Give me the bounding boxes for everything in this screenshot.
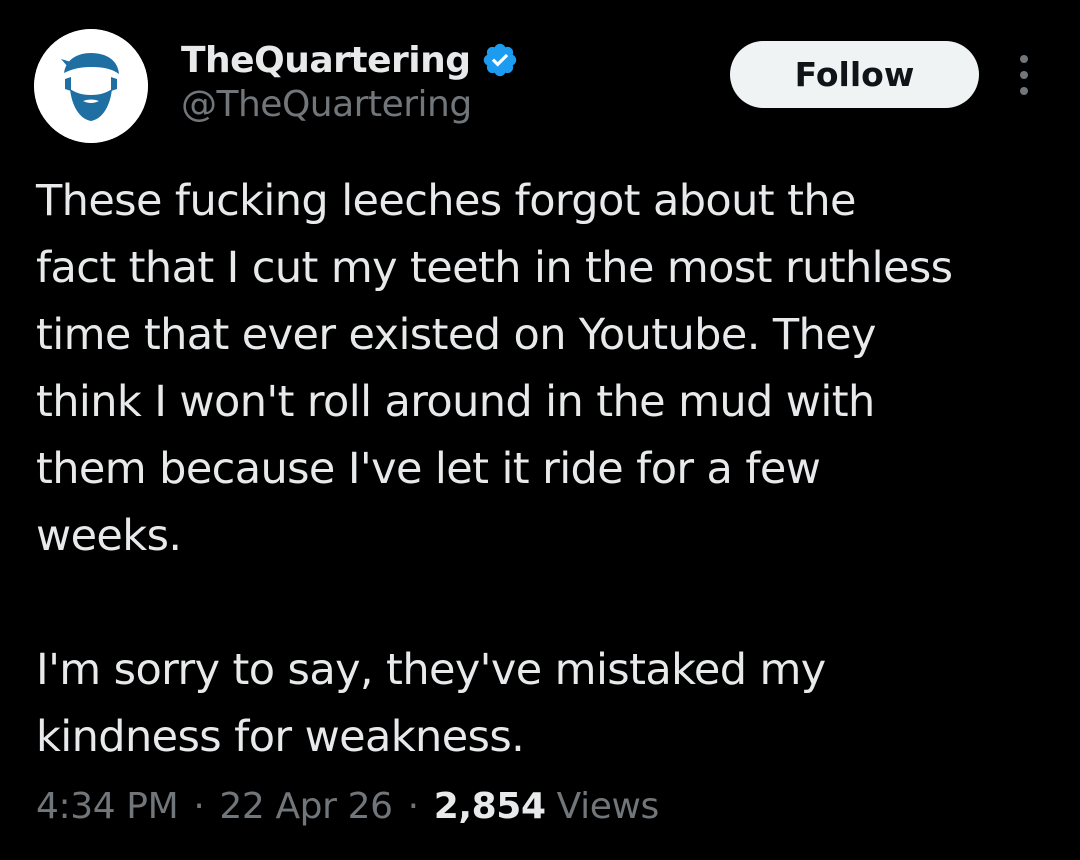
verified-badge-icon[interactable] (481, 41, 519, 79)
views-label[interactable]: Views (557, 786, 660, 827)
more-vertical-icon (1020, 55, 1028, 63)
tweet-text: These fucking leeches forgot about the f… (36, 168, 1066, 771)
bearded-man-logo-icon (34, 29, 148, 143)
tweet-paragraph: These fucking leeches forgot about the f… (36, 176, 953, 561)
more-vertical-icon-dot (1020, 71, 1028, 79)
avatar[interactable] (34, 29, 148, 143)
views-count[interactable]: 2,854 (434, 786, 546, 827)
follow-button[interactable]: Follow (730, 41, 979, 108)
tweet-time[interactable]: 4:34 PM (36, 786, 179, 827)
more-vertical-icon-dot (1020, 87, 1028, 95)
tweet-date[interactable]: 22 Apr 26 (219, 786, 393, 827)
tweet-paragraph: I'm sorry to say, they've mistaked my ki… (36, 645, 826, 762)
meta-separator: · (193, 786, 205, 827)
more-options-button[interactable] (1006, 50, 1042, 100)
tweet: TheQuartering @TheQuartering Follow Thes… (0, 0, 1080, 860)
author-handle[interactable]: @TheQuartering (181, 84, 472, 125)
display-name[interactable]: TheQuartering (181, 40, 471, 81)
author-name-row[interactable]: TheQuartering (181, 35, 519, 85)
tweet-meta: 4:34 PM · 22 Apr 26 · 2,854 Views (36, 786, 659, 827)
meta-separator: · (407, 786, 419, 827)
